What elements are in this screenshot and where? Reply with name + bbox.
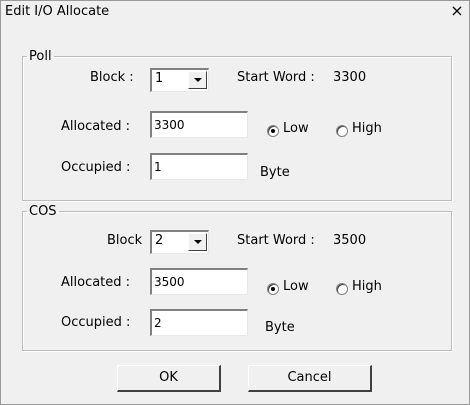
poll-high-radio[interactable] (336, 125, 348, 137)
ok-button[interactable]: OK (117, 365, 221, 392)
cos-unit-label: Byte (265, 320, 295, 335)
cos-block-value: 2 (155, 233, 164, 248)
cos-block-select[interactable]: 2 (150, 230, 209, 254)
chevron-down-icon[interactable] (188, 71, 207, 89)
cancel-button[interactable]: Cancel (248, 365, 372, 392)
cos-high-label[interactable]: High (352, 279, 382, 294)
cos-block-label: Block (107, 233, 143, 248)
chevron-down-icon[interactable] (188, 233, 207, 251)
poll-allocated-label: Allocated : (61, 119, 131, 134)
poll-block-select[interactable]: 1 (150, 68, 209, 92)
cos-occupied-input[interactable] (150, 309, 248, 336)
dialog-title: Edit I/O Allocate (5, 4, 110, 19)
title-bar[interactable]: Edit I/O Allocate × (1, 1, 469, 23)
cos-allocated-input[interactable] (150, 268, 248, 295)
poll-block-value: 1 (155, 71, 164, 86)
poll-start-word-value: 3300 (333, 70, 367, 85)
poll-unit-label: Byte (260, 165, 290, 180)
poll-low-radio[interactable] (267, 125, 279, 137)
cos-allocated-label: Allocated : (61, 275, 131, 290)
poll-group-legend: Poll (29, 49, 52, 64)
poll-start-word-label: Start Word : (237, 70, 315, 85)
poll-allocated-input[interactable] (150, 111, 248, 138)
poll-occupied-input[interactable] (150, 153, 248, 180)
cos-high-radio[interactable] (336, 283, 348, 295)
edit-io-allocate-dialog: Edit I/O Allocate × Poll Block : 1 Start… (0, 0, 470, 405)
cos-start-word-label: Start Word : (237, 233, 315, 248)
cos-low-label[interactable]: Low (283, 279, 309, 294)
cos-occupied-label: Occupied : (61, 315, 131, 330)
poll-occupied-label: Occupied : (61, 160, 131, 175)
cos-low-radio[interactable] (267, 283, 279, 295)
close-icon[interactable]: × (450, 3, 464, 20)
poll-block-label: Block : (90, 70, 134, 85)
cos-group-legend: COS (29, 204, 57, 219)
cos-start-word-value: 3500 (333, 233, 367, 248)
poll-high-label[interactable]: High (352, 121, 382, 136)
poll-low-label[interactable]: Low (283, 121, 309, 136)
